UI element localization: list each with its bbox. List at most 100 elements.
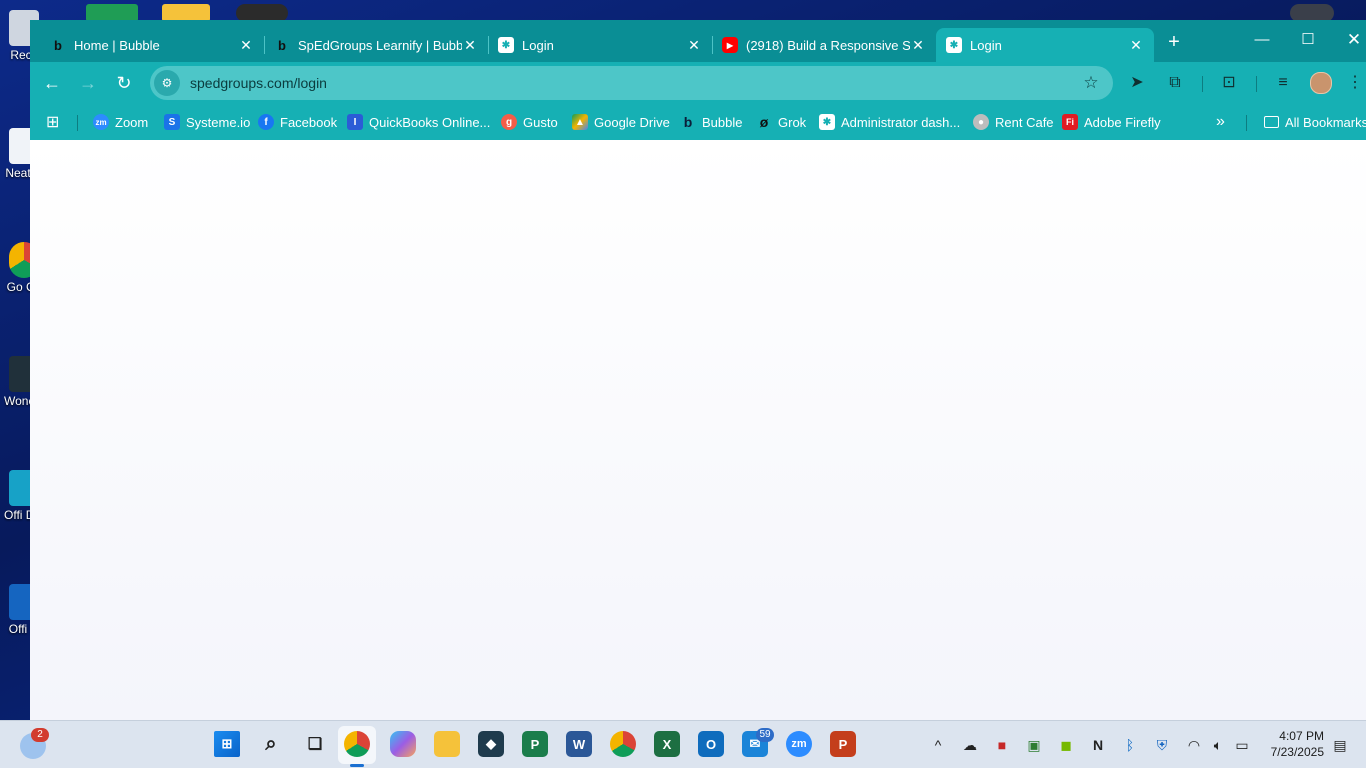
volume-icon[interactable]: 🔈︎ <box>1208 735 1228 755</box>
task-view-icon[interactable]: ❏ <box>302 731 328 757</box>
bookmark-quickbooks[interactable]: I QuickBooks Online... <box>347 111 490 133</box>
mail-badge: 59 <box>756 728 774 742</box>
file-explorer-icon[interactable] <box>434 731 460 757</box>
bookmark-systeme[interactable]: S Systeme.io <box>164 111 250 133</box>
bluetooth-icon[interactable]: ᛒ <box>1120 735 1140 755</box>
toolbar-separator <box>1202 76 1203 92</box>
bookmark-zoom[interactable]: zm Zoom <box>93 111 148 133</box>
bookmarks-bar: ⊞ zm Zoom S Systeme.io f Facebook I Quic… <box>30 104 1366 140</box>
window-close-button[interactable]: ✕ <box>1332 28 1366 52</box>
tab-login-active[interactable]: ✱ Login ✕ <box>936 28 1154 62</box>
site-info-icon[interactable]: ⚙ <box>154 70 180 96</box>
bookmark-label: Grok <box>778 114 807 130</box>
zoom-icon: zm <box>93 114 109 130</box>
tab-title: (2918) Build a Responsive Sig <box>746 37 910 53</box>
notifications-icon[interactable]: ▤ <box>1330 735 1350 755</box>
close-icon[interactable]: ✕ <box>462 37 478 53</box>
facebook-icon: f <box>258 114 274 130</box>
bookmark-star-icon[interactable]: ☆ <box>1079 73 1103 93</box>
site-icon: ✱ <box>946 37 962 53</box>
bookmark-label: QuickBooks Online... <box>369 114 491 130</box>
copilot-icon[interactable] <box>390 731 416 757</box>
notion-style-icon[interactable]: N <box>1088 735 1108 755</box>
cursor-extension-icon[interactable]: ➤ <box>1126 72 1148 94</box>
recording-app-icon[interactable]: ■ <box>992 735 1012 755</box>
reload-button[interactable]: ↻ <box>112 71 136 95</box>
bookmark-label: Facebook <box>280 114 338 130</box>
minimize-button[interactable]: — <box>1240 28 1284 52</box>
tab-strip: b Home | Bubble ✕ b SpEdGroups Learnify … <box>30 20 1366 62</box>
tray-app-icon[interactable]: ▣ <box>1024 735 1044 755</box>
chrome-taskbar-icon[interactable] <box>344 731 370 757</box>
bookmark-label: Gusto <box>523 114 558 130</box>
gusto-icon: g <box>501 114 517 130</box>
close-icon[interactable]: ✕ <box>1128 37 1144 53</box>
battery-icon[interactable]: ▭ <box>1232 735 1252 755</box>
close-icon[interactable]: ✕ <box>910 37 926 53</box>
clock[interactable]: 4:07 PM 7/23/2025 <box>1262 728 1324 760</box>
word-icon[interactable]: W <box>566 731 592 757</box>
outlook-icon[interactable]: O <box>698 731 724 757</box>
menu-kebab-icon[interactable]: ⋮ <box>1344 72 1366 94</box>
start-windows-icon[interactable]: ⊞ <box>214 731 240 757</box>
zoom-taskbar-icon[interactable]: zm <box>786 731 812 757</box>
apps-grid-icon[interactable]: ⊞ <box>46 111 59 133</box>
chrome-profile-icon[interactable] <box>610 731 636 757</box>
address-bar[interactable]: ⚙ ☆ <box>150 66 1113 100</box>
weather-badge: 2 <box>31 728 49 742</box>
tab-spedgroups-learnify[interactable]: b SpEdGroups Learnify | Bubble ✕ <box>264 28 488 62</box>
show-hidden-icons-chevron-icon[interactable]: ^ <box>928 735 948 755</box>
bookmark-facebook[interactable]: f Facebook <box>258 111 337 133</box>
google-drive-icon: ▲ <box>572 114 588 130</box>
clock-date: 7/23/2025 <box>1270 745 1324 759</box>
media-controls-icon[interactable]: ≡ <box>1272 72 1294 94</box>
active-indicator <box>350 764 364 767</box>
tab-youtube-video[interactable]: ▶ (2918) Build a Responsive Sig ✕ <box>712 28 936 62</box>
bookmark-label: Rent Cafe <box>995 114 1054 130</box>
security-shield-icon[interactable]: ⛨ <box>1152 735 1172 755</box>
browser-window: b Home | Bubble ✕ b SpEdGroups Learnify … <box>30 20 1366 720</box>
nvidia-icon[interactable]: ◼ <box>1056 735 1076 755</box>
bookmark-rent-cafe[interactable]: ● Rent Cafe <box>973 111 1054 133</box>
close-icon[interactable]: ✕ <box>238 37 254 53</box>
bookmark-grok[interactable]: ø Grok <box>756 111 806 133</box>
bookmark-google-drive[interactable]: ▲ Google Drive <box>572 111 670 133</box>
excel-icon[interactable]: X <box>654 731 680 757</box>
grok-icon: ø <box>759 114 769 130</box>
tab-title: Login <box>970 37 1002 53</box>
bookmark-label: Systeme.io <box>186 114 251 130</box>
close-icon[interactable]: ✕ <box>686 37 702 53</box>
bookmark-bubble[interactable]: b Bubble <box>680 111 743 133</box>
tab-login-1[interactable]: ✱ Login ✕ <box>488 28 712 62</box>
toolbar-separator <box>1256 76 1257 92</box>
new-tab-button[interactable]: + <box>1163 31 1185 53</box>
tab-home-bubble[interactable]: b Home | Bubble ✕ <box>40 28 264 62</box>
all-bookmarks-button[interactable]: All Bookmarks <box>1264 111 1366 133</box>
screen-search-icon[interactable]: ⊡ <box>1218 72 1240 94</box>
bookmarks-overflow-chevron-icon[interactable]: » <box>1216 111 1225 133</box>
adobe-firefly-icon: Fi <box>1062 114 1078 130</box>
extensions-icon[interactable]: ⧉ <box>1164 72 1186 94</box>
tab-title: Home | Bubble <box>74 37 160 53</box>
back-button[interactable]: ← <box>40 71 64 95</box>
bookmark-administrator-dashboard[interactable]: ✱ Administrator dash... <box>819 111 960 133</box>
bookmark-gusto[interactable]: g Gusto <box>501 111 558 133</box>
search-icon[interactable]: ⌕ <box>258 731 284 757</box>
bookmark-label: Administrator dash... <box>841 114 961 130</box>
bookmark-label: Adobe Firefly <box>1084 114 1161 130</box>
bookmark-label: Zoom <box>115 114 149 130</box>
project-icon[interactable]: P <box>522 731 548 757</box>
onedrive-icon[interactable]: ☁ <box>960 735 980 755</box>
powerpoint-icon[interactable]: P <box>830 731 856 757</box>
wifi-icon[interactable]: ◠ <box>1184 735 1204 755</box>
taskbar: 2 ⊞ ⌕ ❏ ◆ P W X O ✉ 59 zm P ^ ☁ ■ ▣ ◼ N … <box>0 720 1366 768</box>
tab-title: Login <box>522 37 554 53</box>
filmora-taskbar-icon[interactable]: ◆ <box>478 731 504 757</box>
bookmark-separator <box>77 115 78 131</box>
url-input[interactable] <box>188 74 1079 92</box>
maximize-button[interactable]: ☐ <box>1286 28 1330 52</box>
forward-button[interactable]: → <box>76 71 100 95</box>
systeme-icon: S <box>164 114 180 130</box>
profile-avatar[interactable] <box>1310 72 1332 94</box>
bookmark-adobe-firefly[interactable]: Fi Adobe Firefly <box>1062 111 1161 133</box>
